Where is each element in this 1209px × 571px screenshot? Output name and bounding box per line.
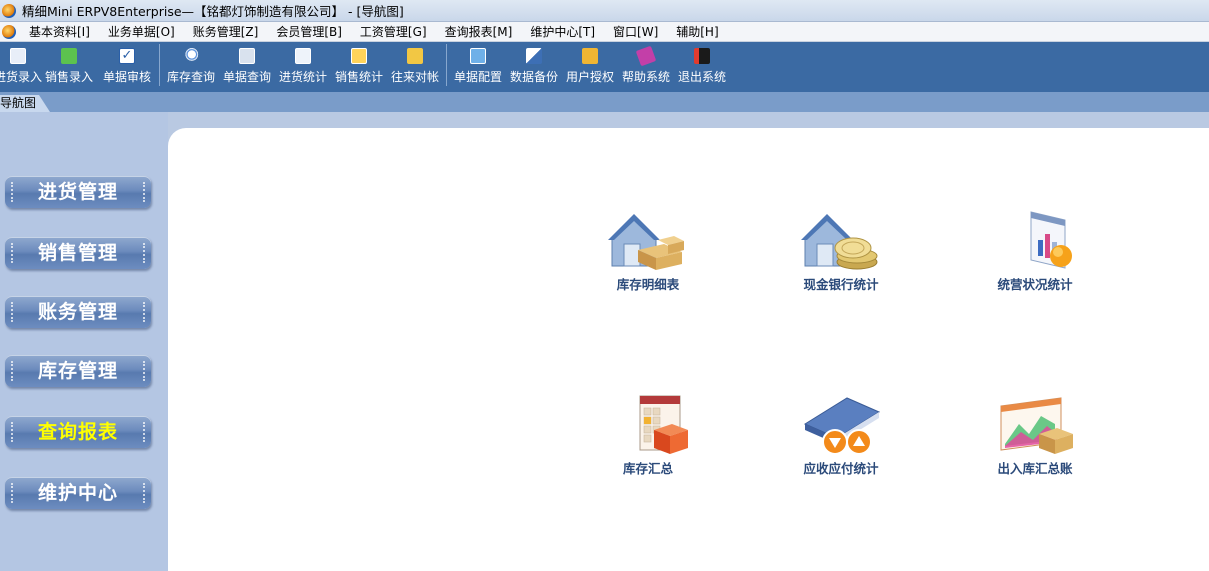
nav-edge-decoration (143, 182, 145, 202)
folder-arrows-icon (407, 48, 423, 64)
tile-label: 库存汇总 (622, 461, 673, 476)
user-auth-button[interactable]: 用户授权 (562, 42, 618, 92)
tile-label: 统营状况统计 (997, 277, 1073, 292)
window-title: 精细Mini ERPV8Enterprise—【铭都灯饰制造有限公司】 - [导… (22, 4, 404, 19)
tile-label: 现金银行统计 (803, 277, 879, 292)
nav-edge-decoration (11, 243, 13, 263)
tile-stock-summary[interactable]: 库存汇总 (578, 394, 718, 477)
config-doc-icon (470, 48, 486, 64)
app-menu-icon[interactable] (2, 24, 16, 39)
tab-strip: 导航图 (0, 92, 1209, 112)
checkmark-icon: ✓ (119, 48, 135, 64)
nav-edge-decoration (11, 483, 13, 503)
sales-stats-button[interactable]: 销售统计 (331, 42, 387, 92)
nav-edge-decoration (143, 483, 145, 503)
sales-entry-button[interactable]: 销售录入 (40, 42, 98, 92)
nav-edge-decoration (11, 182, 13, 202)
nav-label: 维护中心 (37, 482, 118, 504)
nav-edge-decoration (11, 361, 13, 381)
key-user-icon (582, 48, 598, 64)
cursor-doc-icon (295, 48, 311, 64)
tile-receivable-payable-stats[interactable]: 应收应付统计 (771, 394, 911, 477)
nav-label: 查询报表 (37, 421, 118, 443)
exit-door-icon (694, 48, 710, 64)
nav-edge-decoration (143, 243, 145, 263)
nav-label: 账务管理 (37, 301, 118, 323)
tile-label: 应收应付统计 (803, 461, 879, 476)
chart-boxes-icon (1000, 397, 1073, 454)
help-system-button[interactable]: 帮助系统 (618, 42, 674, 92)
nav-label: 销售管理 (37, 242, 118, 264)
data-backup-button[interactable]: 数据备份 (506, 42, 562, 92)
nav-sales-management[interactable]: 销售管理 (5, 237, 151, 269)
stock-query-button[interactable]: 库存查询 (163, 42, 219, 92)
menu-basic-data[interactable]: 基本资料[I] (20, 23, 99, 40)
menu-business-docs[interactable]: 业务单据[O] (99, 23, 184, 40)
nav-query-reports[interactable]: 查询报表 (5, 416, 151, 448)
green-arrow-icon (61, 48, 77, 64)
app-icon (2, 3, 16, 18)
doc-query-button[interactable]: 单据查询 (219, 42, 275, 92)
nav-edge-decoration (143, 361, 145, 381)
tile-operations-stats[interactable]: 统营状况统计 (965, 210, 1105, 293)
book-arrows-icon (803, 397, 881, 455)
warehouse-coins-icon (801, 214, 878, 270)
nav-inventory-management[interactable]: 库存管理 (5, 355, 151, 387)
eraser-icon (526, 48, 542, 64)
purchase-stats-button[interactable]: 进货统计 (275, 42, 331, 92)
reconcile-button[interactable]: 往来对帐 (387, 42, 443, 92)
purchase-entry-button[interactable]: 进货录入 (0, 42, 42, 92)
menu-window[interactable]: 窗口[W] (604, 23, 667, 40)
tile-label: 出入库汇总账 (997, 461, 1073, 476)
menu-members[interactable]: 会员管理[B] (267, 23, 351, 40)
doc-review-button[interactable]: ✓ 单据审核 (98, 42, 156, 92)
toolbar-separator (159, 44, 160, 86)
export-doc-icon (351, 48, 367, 64)
magnifier-icon (183, 48, 199, 64)
nav-label: 库存管理 (37, 360, 118, 382)
menu-bar: 基本资料[I] 业务单据[O] 账务管理[Z] 会员管理[B] 工资管理[G] … (0, 22, 1209, 42)
toolbar: 进货录入 销售录入 ✓ 单据审核 库存查询 单据查询 进货统计 销售统计 往来对… (0, 42, 1209, 92)
nav-purchase-management[interactable]: 进货管理 (5, 176, 151, 208)
tile-cash-bank-stats[interactable]: 现金银行统计 (771, 210, 911, 293)
save-disk-icon (10, 48, 26, 64)
nav-edge-decoration (11, 422, 13, 442)
tile-stock-detail[interactable]: 库存明细表 (578, 210, 718, 293)
doc-config-button[interactable]: 单据配置 (450, 42, 506, 92)
title-bar: 精细Mini ERPV8Enterprise—【铭都灯饰制造有限公司】 - [导… (0, 0, 1209, 22)
nav-label: 进货管理 (37, 181, 118, 203)
nav-edge-decoration (143, 422, 145, 442)
menu-reports[interactable]: 查询报表[M] (436, 23, 522, 40)
exit-system-button[interactable]: 退出系统 (674, 42, 730, 92)
nav-edge-decoration (143, 302, 145, 322)
nav-accounts-management[interactable]: 账务管理 (5, 296, 151, 328)
menu-payroll[interactable]: 工资管理[G] (351, 23, 436, 40)
chart-orb-icon (1030, 211, 1072, 269)
tile-label: 库存明细表 (616, 277, 680, 292)
left-nav-panel: 进货管理 销售管理 账务管理 库存管理 查询报表 维护中心 (0, 112, 168, 571)
menu-help[interactable]: 辅助[H] (667, 23, 727, 40)
menu-accounts[interactable]: 账务管理[Z] (184, 23, 268, 40)
warehouse-boxes-icon (608, 214, 684, 270)
toolbar-separator (446, 44, 447, 86)
doc-search-icon (239, 48, 255, 64)
tile-in-out-summary[interactable]: 出入库汇总账 (965, 394, 1105, 477)
tab-navigation-map[interactable]: 导航图 (0, 95, 50, 112)
help-book-icon (635, 45, 657, 67)
menu-maintenance[interactable]: 维护中心[T] (521, 23, 604, 40)
nav-edge-decoration (11, 302, 13, 322)
calendar-box-icon (639, 395, 688, 454)
main-panel: 库存明细表 现金银行统计 统营状况统计 库存汇总 应收应付统计 出入库汇总账 (168, 128, 1209, 571)
nav-maintenance-center[interactable]: 维护中心 (5, 477, 151, 509)
